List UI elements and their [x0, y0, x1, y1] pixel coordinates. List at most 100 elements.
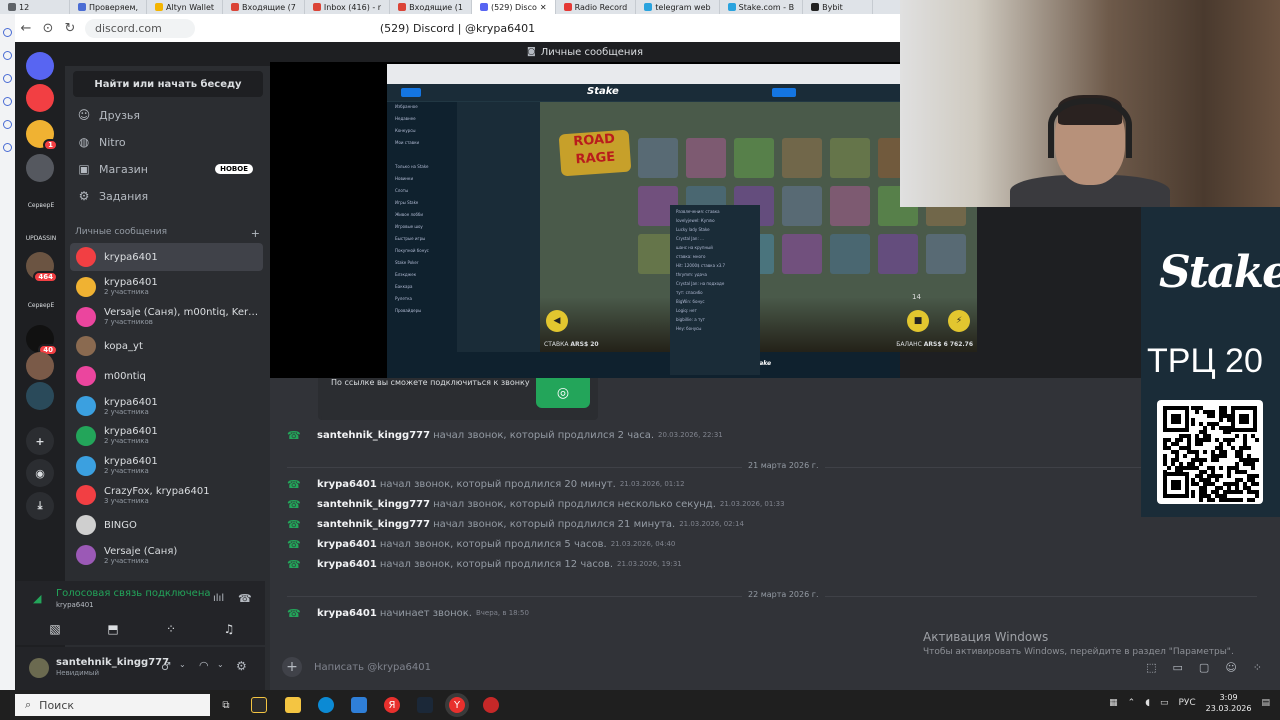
message-author[interactable]: krypa6401 — [317, 479, 377, 490]
soundboard-icon[interactable]: ılıl — [213, 593, 224, 604]
sidepanel-icon[interactable] — [3, 28, 12, 37]
avatar-icon[interactable] — [26, 154, 54, 182]
message-composer[interactable]: + Написать @krypa6401 — [282, 654, 1268, 680]
nav-nitro[interactable]: ◍ Nitro — [73, 129, 263, 155]
browser-tab[interactable]: Altyn Wallet — [147, 0, 223, 14]
dm-item[interactable]: Versaje (Саня), m00ntiq, Ker00... 7 участ… — [70, 303, 263, 331]
message-author[interactable]: krypa6401 — [317, 608, 377, 619]
disconnect-icon[interactable]: ☎ — [238, 592, 252, 605]
nav-quests[interactable]: ⚙ Задания — [73, 183, 263, 209]
browser-tab[interactable]: Bybit — [803, 0, 874, 14]
gif-icon[interactable]: ▭ — [1173, 661, 1183, 674]
avatar-icon[interactable]: 464 — [26, 252, 58, 283]
close-tab-icon[interactable]: ✕ — [540, 3, 547, 12]
message-author[interactable]: krypa6401 — [317, 539, 377, 550]
browser-tab[interactable]: 12 — [0, 0, 70, 14]
screenshare-button[interactable]: ⬒ — [88, 619, 138, 639]
camera-off-button[interactable]: ▧ — [30, 619, 80, 639]
dm-item[interactable]: kopa_yt — [70, 332, 263, 360]
server-label[interactable]: СерверE — [21, 202, 61, 209]
message-author[interactable]: santehnik_kingg777 — [317, 519, 430, 530]
keyboard-icon[interactable]: ▦ — [1109, 698, 1118, 708]
sidepanel-icon[interactable] — [3, 51, 12, 60]
dm-item[interactable]: krypa6401 2 участника — [70, 422, 263, 450]
discord-icon[interactable] — [26, 84, 54, 112]
calendar-app-icon[interactable] — [251, 697, 267, 713]
call-icon[interactable]: ◎ — [536, 378, 590, 408]
emoji-icon[interactable]: ☺ — [1225, 661, 1236, 674]
explore-icon[interactable]: ◉ — [26, 459, 54, 487]
gear-icon[interactable]: ⚙ — [236, 659, 247, 673]
language-indicator[interactable]: РУС — [1178, 698, 1195, 708]
add-attachment-icon[interactable]: + — [282, 657, 302, 677]
browser-tab[interactable]: (529) Disco ✕ — [471, 0, 556, 14]
create-dm-icon[interactable]: + — [251, 227, 260, 240]
back-icon[interactable]: ← — [15, 21, 37, 36]
avatar[interactable] — [29, 658, 49, 678]
sidepanel-icon[interactable] — [3, 97, 12, 106]
chevron-up-icon[interactable]: ⌃ — [1128, 698, 1136, 708]
avatar-icon[interactable] — [26, 382, 54, 410]
recorder-icon[interactable] — [483, 697, 499, 713]
server-label[interactable]: СерверЕ — [21, 302, 61, 309]
browser-tab[interactable]: Проверяем, — [70, 0, 148, 14]
mic-icon[interactable]: ♂ — [161, 660, 171, 673]
avatar-icon[interactable] — [26, 352, 54, 380]
sidepanel-icon[interactable] — [3, 74, 12, 83]
sidepanel-icon[interactable] — [3, 143, 12, 152]
chevron-down-icon[interactable]: ⌄ — [217, 660, 224, 669]
steam-icon[interactable] — [417, 697, 433, 713]
file-explorer-icon[interactable] — [285, 697, 301, 713]
clock[interactable]: 3:09 23.03.2026 — [1206, 692, 1252, 714]
discord-home-icon[interactable] — [26, 52, 54, 80]
find-conversation-button[interactable]: Найти или начать беседу — [73, 71, 263, 97]
dm-item[interactable]: krypa6401 2 участника — [70, 452, 263, 480]
server-label[interactable]: UPDASSIN — [21, 235, 61, 242]
browser-tab[interactable]: Inbox (416) - r — [305, 0, 391, 14]
chevron-down-icon[interactable]: ⌄ — [179, 660, 186, 669]
browser-tab[interactable]: telegram web — [636, 0, 720, 14]
activities-button[interactable]: ⁘ — [146, 619, 196, 639]
headphones-icon[interactable]: ◠ — [199, 659, 209, 672]
dm-item[interactable]: Versaje (Саня) 2 участника — [70, 541, 263, 569]
dm-item[interactable]: krypa6401 — [70, 243, 263, 271]
dm-item[interactable]: CrazyFox, krypa6401 3 участника — [70, 481, 263, 509]
message-author[interactable]: krypa6401 — [317, 559, 377, 570]
dm-item[interactable]: krypa6401 2 участника — [70, 392, 263, 420]
message-input[interactable]: Написать @krypa6401 — [314, 662, 431, 673]
sticker-icon[interactable]: ▢ — [1199, 661, 1209, 674]
person-icon[interactable]: 1 — [26, 120, 58, 151]
message-timestamp: 20.03.2026, 22:31 — [658, 431, 723, 439]
site-info-icon[interactable]: ⊙ — [37, 21, 59, 36]
mail-icon[interactable] — [351, 697, 367, 713]
download-icon[interactable]: ⤓ — [26, 492, 54, 520]
server-icon[interactable]: 40 — [26, 325, 58, 356]
dm-item[interactable]: BINGO — [70, 511, 263, 539]
browser-tab[interactable]: Входящие (7 — [223, 0, 305, 14]
url-field[interactable]: discord.com — [85, 18, 195, 38]
volume-icon[interactable]: ◖ — [1145, 698, 1150, 708]
browser-tab[interactable]: Входящие (1 — [390, 0, 472, 14]
add-server-icon[interactable]: + — [26, 427, 54, 455]
reload-icon[interactable]: ↻ — [59, 21, 81, 36]
dm-item[interactable]: m00ntiq — [70, 362, 263, 390]
task-view-icon[interactable]: ⧉ — [218, 697, 234, 713]
browser-tab[interactable]: Radio Record — [556, 0, 637, 14]
message-author[interactable]: santehnik_kingg777 — [317, 499, 430, 510]
apps-icon[interactable]: ⁘ — [1253, 661, 1262, 674]
network-icon[interactable]: ▭ — [1160, 698, 1169, 708]
taskbar-search[interactable]: ⌕ Поиск — [15, 694, 210, 716]
yandex-icon[interactable]: Я — [384, 697, 400, 713]
message-author[interactable]: santehnik_kingg777 — [317, 430, 430, 441]
nav-shop[interactable]: ▣ Магазин НОВОЕ — [73, 156, 263, 182]
screen-share-stream[interactable]: Stake Избранное Недавнее Конкурсы Мои ставк… — [270, 62, 977, 378]
sidepanel-icon[interactable] — [3, 120, 12, 129]
gift-icon[interactable]: ⬚ — [1146, 661, 1156, 674]
dm-item[interactable]: krypa6401 2 участника — [70, 273, 263, 301]
edge-icon[interactable] — [318, 697, 334, 713]
notification-icon[interactable]: ▤ — [1261, 698, 1270, 708]
browser-tab[interactable]: Stake.com - B — [720, 0, 804, 14]
nav-friends[interactable]: ☺ Друзья — [73, 102, 263, 128]
yandex-browser-icon[interactable]: Y — [449, 697, 465, 713]
soundboard-button[interactable]: ♫ — [204, 619, 254, 639]
